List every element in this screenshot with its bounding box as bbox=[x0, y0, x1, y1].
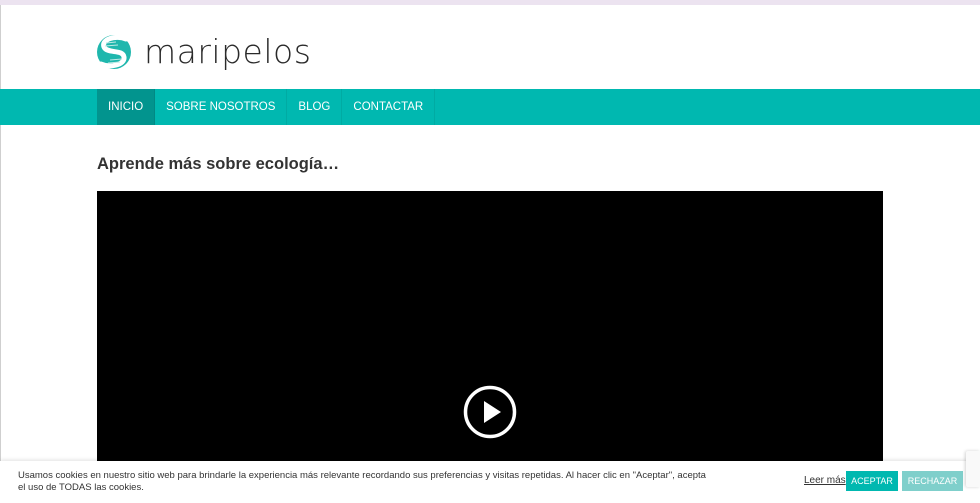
nav-item-blog[interactable]: BLOG bbox=[287, 89, 343, 125]
cookie-message: Usamos cookies en nuestro sitio web para… bbox=[18, 470, 706, 493]
section-title: Aprende más sobre ecología… bbox=[97, 155, 340, 173]
play-icon[interactable] bbox=[463, 385, 517, 439]
site-name: maripelos bbox=[144, 32, 312, 71]
recaptcha-badge[interactable] bbox=[966, 451, 980, 487]
cookie-consent-bar: Usamos cookies en nuestro sitio web para… bbox=[0, 461, 980, 503]
nav-menu: INICIO SOBRE NOSOTROS BLOG CONTACTAR bbox=[97, 89, 436, 125]
main-navigation: INICIO SOBRE NOSOTROS BLOG CONTACTAR bbox=[0, 89, 980, 125]
leaf-s-logo-icon bbox=[97, 34, 131, 69]
read-more-link[interactable]: Leer más bbox=[804, 475, 846, 486]
site-logo[interactable]: maripelos bbox=[96, 31, 311, 73]
nav-item-inicio[interactable]: INICIO bbox=[97, 89, 156, 125]
video-player[interactable] bbox=[97, 191, 883, 461]
nav-item-contactar[interactable]: CONTACTAR bbox=[342, 89, 436, 125]
nav-item-sobre-nosotros[interactable]: SOBRE NOSOTROS bbox=[155, 89, 288, 125]
window-left-edge bbox=[0, 5, 1, 503]
accept-cookies-button[interactable]: ACEPTAR bbox=[846, 471, 898, 491]
reject-cookies-button[interactable]: RECHAZAR bbox=[902, 471, 963, 491]
top-border-strip bbox=[0, 0, 980, 5]
